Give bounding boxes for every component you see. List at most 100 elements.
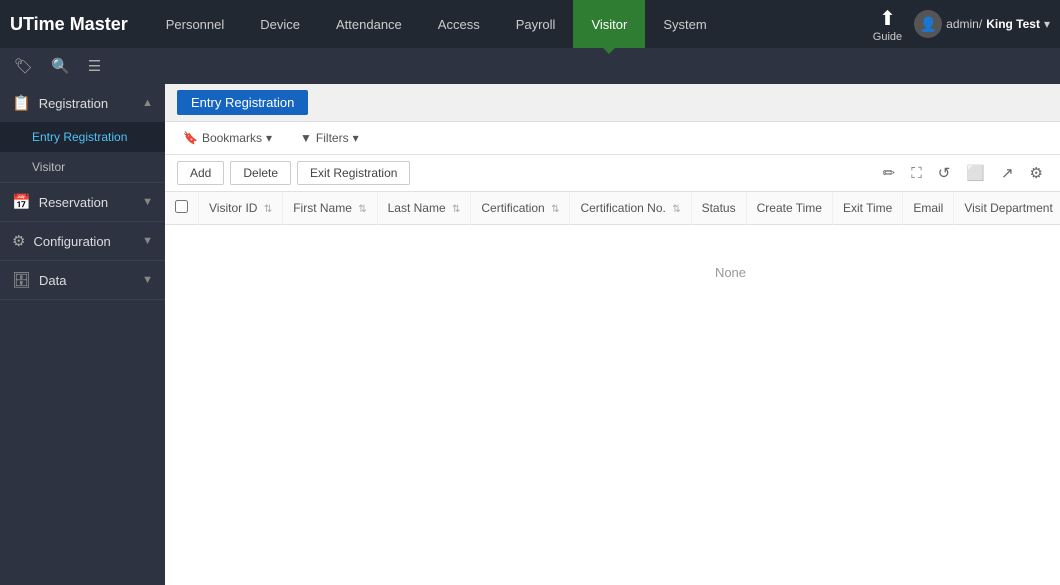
sidebar-item-entry-registration[interactable]: Entry Registration <box>0 122 165 152</box>
col-last-name[interactable]: Last Name ⇅ <box>377 192 471 225</box>
col-certification-no-label: Certification No. <box>580 201 665 215</box>
registration-section-icon: 📋 <box>12 94 31 112</box>
sidebar-section-registration-header[interactable]: 📋 Registration ▲ <box>0 84 165 122</box>
col-status-label: Status <box>702 201 736 215</box>
reservation-title-row: 📅 Reservation <box>12 193 108 211</box>
edit-icon-btn[interactable]: ✏ <box>878 161 901 185</box>
logo-suffix: Master <box>65 14 128 34</box>
visitor-table: Visitor ID ⇅ First Name ⇅ Last Name ⇅ <box>165 192 1060 320</box>
col-visit-department-label: Visit Department <box>964 201 1052 215</box>
nav-payroll[interactable]: Payroll <box>498 0 574 48</box>
col-email[interactable]: Email <box>903 192 954 225</box>
avatar: 👤 <box>914 10 942 38</box>
nav-visitor[interactable]: Visitor <box>573 0 645 48</box>
username: King Test <box>986 17 1040 31</box>
col-visit-department[interactable]: Visit Department <box>954 192 1060 225</box>
filters-button[interactable]: ▼ Filters ▾ <box>294 128 365 148</box>
nav-attendance[interactable]: Attendance <box>318 0 420 48</box>
bookmarks-dropdown-icon: ▾ <box>266 131 272 145</box>
settings-icon-btn[interactable]: ⚙ <box>1025 161 1048 185</box>
refresh-icon-btn[interactable]: ↺ <box>933 161 956 185</box>
user-prefix: admin/ <box>946 17 982 31</box>
sidebar: 📋 Registration ▲ Entry Registration Visi… <box>0 84 165 585</box>
top-nav: UTime Master Personnel Device Attendance… <box>0 0 1060 48</box>
certification-sort-icon: ⇅ <box>551 204 559 215</box>
col-first-name-label: First Name <box>293 201 352 215</box>
reservation-section-icon: 📅 <box>12 193 31 211</box>
data-chevron: ▼ <box>142 274 153 286</box>
select-all-checkbox[interactable] <box>165 192 199 225</box>
search-icon[interactable]: 🔍 <box>47 53 74 79</box>
col-create-time[interactable]: Create Time <box>746 192 832 225</box>
col-last-name-label: Last Name <box>388 201 446 215</box>
nav-items: Personnel Device Attendance Access Payro… <box>148 0 873 48</box>
main-layout: 📋 Registration ▲ Entry Registration Visi… <box>0 84 1060 585</box>
data-title-row: 🗄 Data <box>12 271 67 289</box>
list-icon[interactable]: ☰ <box>84 53 105 79</box>
filters-label: Filters <box>316 131 349 145</box>
entry-registration-tab[interactable]: Entry Registration <box>177 90 308 115</box>
empty-text: None <box>165 225 1060 321</box>
first-name-sort-icon: ⇅ <box>358 204 366 215</box>
empty-row: None <box>165 225 1060 321</box>
table-header-row: Visitor ID ⇅ First Name ⇅ Last Name ⇅ <box>165 192 1060 225</box>
col-visitor-id[interactable]: Visitor ID ⇅ <box>199 192 283 225</box>
col-exit-time[interactable]: Exit Time <box>832 192 902 225</box>
filter-icon: ▼ <box>300 131 312 145</box>
sidebar-section-data-header[interactable]: 🗄 Data ▼ <box>0 261 165 299</box>
col-status[interactable]: Status <box>691 192 746 225</box>
secondary-toolbar: 🏷 🔍 ☰ <box>0 48 1060 84</box>
visitor-id-sort-icon: ⇅ <box>264 204 272 215</box>
reservation-chevron: ▼ <box>142 196 153 208</box>
col-create-time-label: Create Time <box>757 201 822 215</box>
nav-system[interactable]: System <box>645 0 724 48</box>
sidebar-section-reservation: 📅 Reservation ▼ <box>0 183 165 222</box>
bookmarks-label: Bookmarks <box>202 131 262 145</box>
expand-icon-btn[interactable]: ⛶ <box>906 162 927 185</box>
certification-no-sort-icon: ⇅ <box>672 204 680 215</box>
registration-label: Registration <box>39 96 108 111</box>
data-label: Data <box>39 273 66 288</box>
nav-device[interactable]: Device <box>242 0 318 48</box>
user-dropdown-icon: ▾ <box>1044 17 1050 31</box>
sidebar-section-configuration: ⚙ Configuration ▼ <box>0 222 165 261</box>
sidebar-item-visitor[interactable]: Visitor <box>0 152 165 182</box>
share-icon-btn[interactable]: ↗ <box>996 161 1019 185</box>
user-info[interactable]: 👤 admin/King Test ▾ <box>914 10 1050 38</box>
add-button[interactable]: Add <box>177 161 224 185</box>
nav-right: ⬆ Guide 👤 admin/King Test ▾ <box>873 6 1050 43</box>
guide-button[interactable]: ⬆ Guide <box>873 6 902 43</box>
tag-icon[interactable]: 🏷 <box>10 53 37 79</box>
delete-button[interactable]: Delete <box>230 161 291 185</box>
exit-registration-button[interactable]: Exit Registration <box>297 161 410 185</box>
action-right: ✏ ⛶ ↺ ⬜ ↗ ⚙ <box>878 161 1048 185</box>
configuration-label: Configuration <box>33 234 110 249</box>
data-section-icon: 🗄 <box>12 271 31 289</box>
columns-icon-btn[interactable]: ⬜ <box>961 161 990 185</box>
configuration-title-row: ⚙ Configuration <box>12 232 111 250</box>
content: Entry Registration 🔖 Bookmarks ▾ ▼ Filte… <box>165 84 1060 585</box>
action-left: Add Delete Exit Registration <box>177 161 410 185</box>
col-certification-label: Certification <box>481 201 544 215</box>
filter-bar: 🔖 Bookmarks ▾ ▼ Filters ▾ <box>165 122 1060 155</box>
logo-brand: UTime <box>10 14 65 34</box>
guide-label: Guide <box>873 31 902 43</box>
sidebar-section-reservation-header[interactable]: 📅 Reservation ▼ <box>0 183 165 221</box>
bookmark-icon: 🔖 <box>183 131 198 145</box>
guide-icon: ⬆ <box>879 6 896 31</box>
col-certification[interactable]: Certification ⇅ <box>471 192 570 225</box>
last-name-sort-icon: ⇅ <box>452 204 460 215</box>
nav-access[interactable]: Access <box>420 0 498 48</box>
col-certification-no[interactable]: Certification No. ⇅ <box>570 192 691 225</box>
action-bar: Add Delete Exit Registration ✏ ⛶ ↺ ⬜ ↗ ⚙ <box>165 155 1060 192</box>
sidebar-section-registration: 📋 Registration ▲ Entry Registration Visi… <box>0 84 165 183</box>
sidebar-section-configuration-header[interactable]: ⚙ Configuration ▼ <box>0 222 165 260</box>
col-email-label: Email <box>913 201 943 215</box>
content-toolbar: Entry Registration <box>165 84 1060 122</box>
reservation-label: Reservation <box>39 195 108 210</box>
bookmarks-button[interactable]: 🔖 Bookmarks ▾ <box>177 128 278 148</box>
registration-title-row: 📋 Registration <box>12 94 108 112</box>
col-first-name[interactable]: First Name ⇅ <box>283 192 377 225</box>
nav-personnel[interactable]: Personnel <box>148 0 243 48</box>
configuration-section-icon: ⚙ <box>12 232 25 250</box>
